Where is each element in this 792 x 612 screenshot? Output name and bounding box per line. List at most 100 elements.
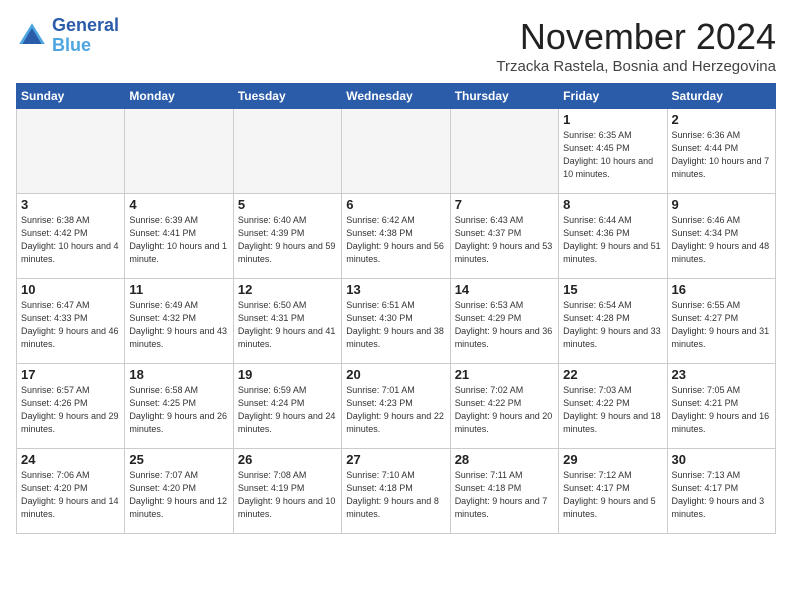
day-number: 12 [238, 282, 337, 297]
day-info: Sunrise: 6:59 AM Sunset: 4:24 PM Dayligh… [238, 384, 337, 436]
title-block: November 2024 Trzacka Rastela, Bosnia an… [496, 16, 776, 75]
day-info: Sunrise: 7:06 AM Sunset: 4:20 PM Dayligh… [21, 469, 120, 521]
calendar-cell: 23 Sunrise: 7:05 AM Sunset: 4:21 PM Dayli… [667, 364, 775, 449]
location: Trzacka Rastela, Bosnia and Herzegovina [496, 58, 776, 75]
day-number: 21 [455, 367, 554, 382]
day-info: Sunrise: 6:57 AM Sunset: 4:26 PM Dayligh… [21, 384, 120, 436]
day-number: 8 [563, 197, 662, 212]
day-info: Sunrise: 7:02 AM Sunset: 4:22 PM Dayligh… [455, 384, 554, 436]
day-info: Sunrise: 6:38 AM Sunset: 4:42 PM Dayligh… [21, 214, 120, 266]
day-number: 13 [346, 282, 445, 297]
logo-icon [16, 20, 48, 52]
weekday-header-tuesday: Tuesday [233, 84, 341, 109]
calendar-header-row: SundayMondayTuesdayWednesdayThursdayFrid… [17, 84, 776, 109]
day-number: 29 [563, 452, 662, 467]
calendar-table: SundayMondayTuesdayWednesdayThursdayFrid… [16, 83, 776, 534]
calendar-cell: 24Sunrise: 7:06 AM Sunset: 4:20 PM Dayli… [17, 449, 125, 534]
day-info: Sunrise: 6:35 AM Sunset: 4:45 PM Dayligh… [563, 129, 662, 181]
day-info: Sunrise: 6:53 AM Sunset: 4:29 PM Dayligh… [455, 299, 554, 351]
page-header: General Blue November 2024 Trzacka Raste… [16, 16, 776, 75]
day-number: 26 [238, 452, 337, 467]
day-info: Sunrise: 6:50 AM Sunset: 4:31 PM Dayligh… [238, 299, 337, 351]
day-info: Sunrise: 6:47 AM Sunset: 4:33 PM Dayligh… [21, 299, 120, 351]
day-number: 17 [21, 367, 120, 382]
day-number: 1 [563, 112, 662, 127]
day-info: Sunrise: 6:43 AM Sunset: 4:37 PM Dayligh… [455, 214, 554, 266]
calendar-cell [450, 109, 558, 194]
day-info: Sunrise: 6:44 AM Sunset: 4:36 PM Dayligh… [563, 214, 662, 266]
day-number: 27 [346, 452, 445, 467]
day-info: Sunrise: 7:03 AM Sunset: 4:22 PM Dayligh… [563, 384, 662, 436]
logo-text: General Blue [52, 16, 119, 56]
day-info: Sunrise: 6:46 AM Sunset: 4:34 PM Dayligh… [672, 214, 771, 266]
calendar-cell: 20Sunrise: 7:01 AM Sunset: 4:23 PM Dayli… [342, 364, 450, 449]
weekday-header-saturday: Saturday [667, 84, 775, 109]
day-info: Sunrise: 7:05 AM Sunset: 4:21 PM Dayligh… [672, 384, 771, 436]
calendar-cell: 14 Sunrise: 6:53 AM Sunset: 4:29 PM Dayli… [450, 279, 558, 364]
calendar-cell: 22 Sunrise: 7:03 AM Sunset: 4:22 PM Dayli… [559, 364, 667, 449]
calendar-cell [125, 109, 233, 194]
day-number: 5 [238, 197, 337, 212]
day-info: Sunrise: 6:36 AM Sunset: 4:44 PM Dayligh… [672, 129, 771, 181]
day-number: 15 [563, 282, 662, 297]
day-info: Sunrise: 7:12 AM Sunset: 4:17 PM Dayligh… [563, 469, 662, 521]
day-number: 10 [21, 282, 120, 297]
day-number: 9 [672, 197, 771, 212]
calendar-cell: 13 Sunrise: 6:51 AM Sunset: 4:30 PM Dayli… [342, 279, 450, 364]
calendar-cell: 9 Sunrise: 6:46 AM Sunset: 4:34 PM Daylig… [667, 194, 775, 279]
calendar-week-row: 1 Sunrise: 6:35 AM Sunset: 4:45 PM Daylig… [17, 109, 776, 194]
day-number: 28 [455, 452, 554, 467]
calendar-cell: 4Sunrise: 6:39 AM Sunset: 4:41 PM Daylig… [125, 194, 233, 279]
calendar-cell: 7 Sunrise: 6:43 AM Sunset: 4:37 PM Daylig… [450, 194, 558, 279]
calendar-cell [17, 109, 125, 194]
calendar-cell [342, 109, 450, 194]
day-info: Sunrise: 7:07 AM Sunset: 4:20 PM Dayligh… [129, 469, 228, 521]
calendar-week-row: 3 Sunrise: 6:38 AM Sunset: 4:42 PM Daylig… [17, 194, 776, 279]
day-info: Sunrise: 6:58 AM Sunset: 4:25 PM Dayligh… [129, 384, 228, 436]
day-number: 6 [346, 197, 445, 212]
day-number: 30 [672, 452, 771, 467]
calendar-cell: 26 Sunrise: 7:08 AM Sunset: 4:19 PM Dayli… [233, 449, 341, 534]
calendar-cell: 10 Sunrise: 6:47 AM Sunset: 4:33 PM Dayli… [17, 279, 125, 364]
weekday-header-sunday: Sunday [17, 84, 125, 109]
calendar-cell: 16 Sunrise: 6:55 AM Sunset: 4:27 PM Dayli… [667, 279, 775, 364]
calendar-cell: 8 Sunrise: 6:44 AM Sunset: 4:36 PM Daylig… [559, 194, 667, 279]
calendar-cell: 1 Sunrise: 6:35 AM Sunset: 4:45 PM Daylig… [559, 109, 667, 194]
calendar-week-row: 17 Sunrise: 6:57 AM Sunset: 4:26 PM Dayli… [17, 364, 776, 449]
day-info: Sunrise: 7:08 AM Sunset: 4:19 PM Dayligh… [238, 469, 337, 521]
calendar-cell: 21 Sunrise: 7:02 AM Sunset: 4:22 PM Dayli… [450, 364, 558, 449]
day-info: Sunrise: 7:11 AM Sunset: 4:18 PM Dayligh… [455, 469, 554, 521]
day-info: Sunrise: 6:40 AM Sunset: 4:39 PM Dayligh… [238, 214, 337, 266]
calendar-cell: 11Sunrise: 6:49 AM Sunset: 4:32 PM Dayli… [125, 279, 233, 364]
day-number: 4 [129, 197, 228, 212]
day-number: 3 [21, 197, 120, 212]
calendar-cell: 15Sunrise: 6:54 AM Sunset: 4:28 PM Dayli… [559, 279, 667, 364]
day-number: 22 [563, 367, 662, 382]
month-title: November 2024 [496, 16, 776, 58]
calendar-cell: 28 Sunrise: 7:11 AM Sunset: 4:18 PM Dayli… [450, 449, 558, 534]
calendar-cell: 17 Sunrise: 6:57 AM Sunset: 4:26 PM Dayli… [17, 364, 125, 449]
calendar-cell: 6 Sunrise: 6:42 AM Sunset: 4:38 PM Daylig… [342, 194, 450, 279]
day-number: 14 [455, 282, 554, 297]
day-number: 16 [672, 282, 771, 297]
day-info: Sunrise: 6:42 AM Sunset: 4:38 PM Dayligh… [346, 214, 445, 266]
day-info: Sunrise: 7:01 AM Sunset: 4:23 PM Dayligh… [346, 384, 445, 436]
day-number: 23 [672, 367, 771, 382]
day-number: 25 [129, 452, 228, 467]
calendar-cell: 3 Sunrise: 6:38 AM Sunset: 4:42 PM Daylig… [17, 194, 125, 279]
day-info: Sunrise: 6:49 AM Sunset: 4:32 PM Dayligh… [129, 299, 228, 351]
day-info: Sunrise: 6:55 AM Sunset: 4:27 PM Dayligh… [672, 299, 771, 351]
day-info: Sunrise: 7:13 AM Sunset: 4:17 PM Dayligh… [672, 469, 771, 521]
day-number: 18 [129, 367, 228, 382]
calendar-week-row: 10 Sunrise: 6:47 AM Sunset: 4:33 PM Dayli… [17, 279, 776, 364]
day-info: Sunrise: 6:51 AM Sunset: 4:30 PM Dayligh… [346, 299, 445, 351]
weekday-header-friday: Friday [559, 84, 667, 109]
calendar-cell [233, 109, 341, 194]
calendar-cell: 19 Sunrise: 6:59 AM Sunset: 4:24 PM Dayli… [233, 364, 341, 449]
day-number: 19 [238, 367, 337, 382]
calendar-cell: 18 Sunrise: 6:58 AM Sunset: 4:25 PM Dayli… [125, 364, 233, 449]
calendar-cell: 5 Sunrise: 6:40 AM Sunset: 4:39 PM Daylig… [233, 194, 341, 279]
calendar-cell: 29 Sunrise: 7:12 AM Sunset: 4:17 PM Dayli… [559, 449, 667, 534]
calendar-cell: 12 Sunrise: 6:50 AM Sunset: 4:31 PM Dayli… [233, 279, 341, 364]
day-number: 7 [455, 197, 554, 212]
